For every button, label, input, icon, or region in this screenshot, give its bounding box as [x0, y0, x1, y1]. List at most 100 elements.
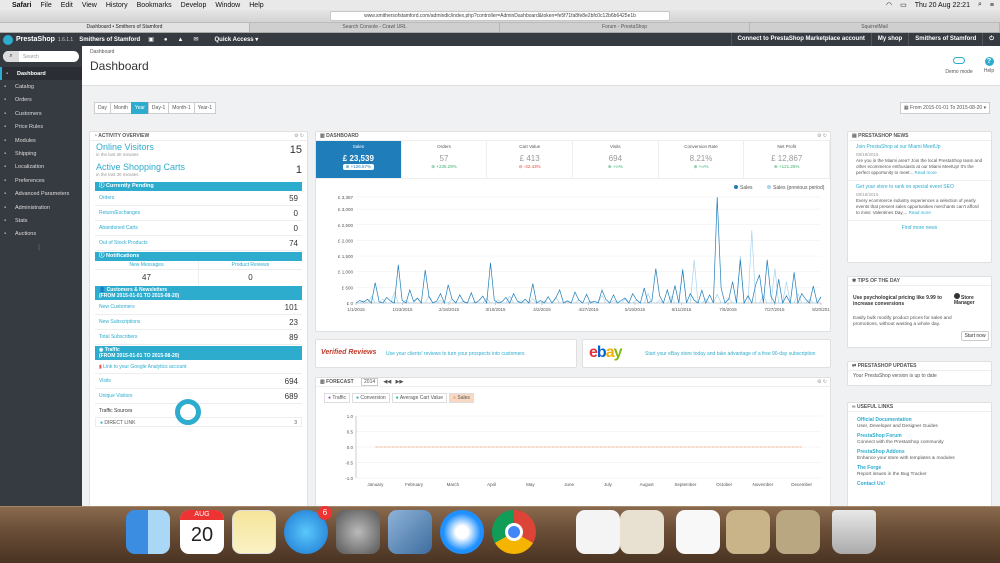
prev-year-icon[interactable]: ◀◀: [384, 379, 392, 385]
sidebar-item-customers[interactable]: ▪ Customers: [0, 107, 82, 120]
new-messages-link[interactable]: New Messages: [95, 261, 198, 270]
ebay-text[interactable]: Start your eBay store today and take adv…: [645, 351, 815, 357]
sidebar-item-stats[interactable]: ▪ Stats: [0, 214, 82, 227]
document-icon[interactable]: [576, 510, 620, 554]
url-field[interactable]: www.smithersofstamford.com/admindic/inde…: [330, 11, 670, 21]
sidebar-collapse-icon[interactable]: ⁞: [0, 245, 82, 252]
period-year-1[interactable]: Year-1: [193, 102, 217, 114]
user-icon[interactable]: ●: [164, 37, 168, 43]
online-visitors-label[interactable]: Online Visitors: [96, 142, 301, 152]
document-icon[interactable]: [620, 510, 664, 554]
sidebar-item-preferences[interactable]: ▪ Preferences: [0, 174, 82, 187]
prestashop-logo-icon[interactable]: [3, 34, 13, 45]
ebay-banner[interactable]: ebay Start your eBay store today and tak…: [582, 339, 831, 368]
period-month-1[interactable]: Month-1: [168, 102, 195, 114]
panel-tools-icon[interactable]: ⚙ ↻: [294, 132, 304, 141]
kpi-cart-value[interactable]: Cart Value £ 413 ⊖ -32.43%: [487, 141, 574, 178]
menu-safari[interactable]: Safari: [12, 2, 31, 9]
quick-access-menu[interactable]: Quick Access ▾: [215, 36, 259, 43]
spotlight-icon[interactable]: ⌕: [978, 1, 982, 9]
forecast-year-select[interactable]: 2014: [361, 378, 379, 386]
browser-tab[interactable]: Dashboard • Smithers of Stamford: [0, 23, 250, 32]
notification-center-icon[interactable]: ≡: [990, 2, 994, 9]
menu-window[interactable]: Window: [215, 2, 240, 9]
kpi-conversion-rate[interactable]: Conversion Rate 8.21% ⊕ +∞%: [659, 141, 745, 178]
product-reviews-link[interactable]: Product Reviews: [199, 261, 302, 270]
google-analytics-link[interactable]: ▮ Link to your Google Analytics account: [95, 360, 302, 374]
period-year[interactable]: Year: [130, 102, 149, 114]
shop-name[interactable]: Smithers of Stamford: [79, 37, 140, 43]
pending-link[interactable]: Orders: [99, 195, 114, 201]
calendar-icon[interactable]: AUG 20: [180, 510, 224, 554]
help-button[interactable]: ? Help: [979, 57, 999, 74]
my-shop-link[interactable]: My shop: [870, 33, 908, 46]
browser-tab[interactable]: SquirrelMail: [750, 23, 1000, 32]
read-more-link[interactable]: Read more: [915, 170, 937, 175]
document-icon[interactable]: [676, 510, 720, 554]
news-title[interactable]: Get your store to rank on special event …: [856, 184, 983, 190]
menu-history[interactable]: History: [106, 2, 128, 9]
period-day-1[interactable]: Day-1: [147, 102, 170, 114]
sidebar-item-dashboard[interactable]: ▪ Dashboard: [0, 67, 82, 81]
safari-icon[interactable]: [440, 510, 484, 554]
traffic-link[interactable]: Visits: [99, 378, 111, 384]
panel-tools-icon[interactable]: ⚙ ↻: [817, 378, 827, 387]
power-icon[interactable]: ⏻: [982, 33, 1000, 46]
useful-link-title[interactable]: Contact Us!: [857, 481, 982, 487]
cart-icon[interactable]: ▣: [148, 36, 154, 43]
useful-link-title[interactable]: Official Documentation: [857, 417, 982, 423]
app-store-icon[interactable]: 6: [284, 506, 332, 554]
clock[interactable]: Thu 20 Aug 22:21: [915, 2, 970, 9]
useful-link-title[interactable]: PrestaShop Forum: [857, 433, 982, 439]
menu-develop[interactable]: Develop: [181, 2, 207, 9]
traffic-link[interactable]: Unique Visitors: [99, 393, 133, 399]
wifi-icon[interactable]: ◠: [886, 1, 892, 9]
kpi-orders[interactable]: Orders 57 ⊕ +235.29%: [402, 141, 488, 178]
sidebar-item-auctions[interactable]: ▪ Auctions: [0, 228, 82, 241]
finder-icon[interactable]: [126, 510, 170, 554]
pending-link[interactable]: Out of Stock Products: [99, 240, 148, 246]
period-month[interactable]: Month: [109, 102, 132, 114]
read-more-link[interactable]: Read more: [909, 210, 931, 215]
sidebar-item-catalog[interactable]: ▪ Catalog: [0, 80, 82, 93]
sidebar-item-modules[interactable]: ▪ Modules: [0, 134, 82, 147]
period-day[interactable]: Day: [94, 102, 111, 114]
verified-reviews-text[interactable]: Use your clients' reviews to turn your p…: [386, 351, 525, 357]
forecast-legend-item[interactable]: ● Average Cart Value: [391, 393, 447, 403]
marketplace-link[interactable]: Connect to PrestaShop Marketplace accoun…: [730, 33, 871, 46]
message-icon[interactable]: ▲: [178, 37, 184, 43]
start-now-button[interactable]: Start now: [961, 331, 989, 341]
panel-tools-icon[interactable]: ⚙ ↻: [817, 132, 827, 141]
browser-tab[interactable]: Search Console - Crawl URL: [250, 23, 500, 32]
customers-link[interactable]: Total Subscribers: [99, 334, 137, 340]
pending-link[interactable]: Abandoned Carts: [99, 225, 138, 231]
kpi-sales[interactable]: Sales £ 23,539 ⊕ +126.57%: [316, 141, 402, 178]
date-range-picker[interactable]: ▦ From 2015-01-01 To 2015-08-20 ▾: [900, 102, 990, 114]
find-more-news-link[interactable]: Find more news: [848, 221, 991, 231]
menu-bookmarks[interactable]: Bookmarks: [137, 2, 172, 9]
menu-edit[interactable]: Edit: [61, 2, 73, 9]
sidebar-item-shipping[interactable]: ▪ Shipping: [0, 147, 82, 160]
forecast-legend-item[interactable]: ● Sales: [449, 393, 474, 403]
document-icon[interactable]: [726, 510, 770, 554]
browser-tab[interactable]: Forum - PrestaShop: [500, 23, 750, 32]
search-input[interactable]: ⌕ Search: [3, 51, 79, 62]
useful-link-title[interactable]: PrestaShop Addons: [857, 449, 982, 455]
customers-link[interactable]: New Subscriptions: [99, 319, 140, 325]
pending-link[interactable]: Return/Exchanges: [99, 210, 140, 216]
employee-menu[interactable]: Smithers of Stamford: [908, 33, 982, 46]
sidebar-item-advanced-parameters[interactable]: ▪ Advanced Parameters: [0, 188, 82, 201]
document-icon[interactable]: [776, 510, 820, 554]
kpi-visits[interactable]: Visits 694 ⊕ +∞%: [573, 141, 659, 178]
customers-link[interactable]: New Customers: [99, 304, 135, 310]
sidebar-item-orders[interactable]: ▪ Orders: [0, 94, 82, 107]
verified-reviews-banner[interactable]: Verified Reviews Use your clients' revie…: [315, 339, 577, 368]
system-preferences-icon[interactable]: [336, 510, 380, 554]
battery-icon[interactable]: ▭: [900, 1, 907, 9]
trash-icon[interactable]: [832, 510, 876, 554]
forecast-legend-item[interactable]: ● Conversion: [351, 393, 390, 403]
demo-mode-button[interactable]: Demo mode: [944, 57, 974, 75]
next-year-icon[interactable]: ▶▶: [396, 379, 404, 385]
menu-file[interactable]: File: [40, 2, 51, 9]
sidebar-item-price-rules[interactable]: ▪ Price Rules: [0, 121, 82, 134]
